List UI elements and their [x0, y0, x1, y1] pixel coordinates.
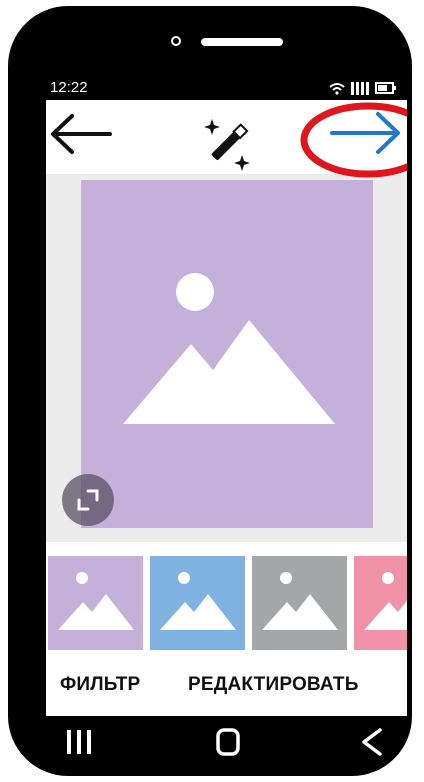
- recents-icon[interactable]: [60, 724, 100, 760]
- magic-wand-icon[interactable]: [200, 115, 256, 171]
- filter-thumbnail[interactable]: [48, 556, 143, 650]
- phone-frame: 12:22 ФИЛЬТР РЕДАКТИРОВАТЬ: [8, 6, 412, 776]
- editor-toolbar: [46, 100, 407, 178]
- signal-icon: [351, 82, 369, 95]
- filter-thumbnails: [46, 542, 407, 650]
- status-icons: [329, 81, 397, 95]
- wifi-icon: [329, 82, 345, 95]
- image-placeholder-icon: [262, 572, 338, 630]
- status-bar: 12:22: [46, 76, 407, 100]
- expand-icon: [77, 489, 99, 511]
- filter-thumbnail[interactable]: [252, 556, 347, 650]
- camera-dot: [171, 36, 181, 46]
- system-nav-bar: [8, 714, 424, 774]
- filter-thumbnail[interactable]: [354, 556, 407, 650]
- image-placeholder-icon: [160, 572, 236, 630]
- image-placeholder-icon: [58, 572, 134, 630]
- battery-icon: [375, 82, 396, 94]
- tab-edit[interactable]: РЕДАКТИРОВАТЬ: [188, 674, 359, 696]
- tab-filter[interactable]: ФИЛЬТР: [60, 674, 140, 696]
- expand-button[interactable]: [62, 474, 114, 526]
- arrow-left-icon[interactable]: [48, 112, 114, 156]
- status-time: 12:22: [50, 79, 88, 96]
- arrow-right-icon[interactable]: [326, 110, 404, 156]
- earpiece-speaker: [201, 38, 283, 46]
- filter-thumbnail[interactable]: [150, 556, 245, 650]
- image-placeholder-icon: [123, 273, 335, 424]
- image-placeholder-icon: [364, 572, 407, 630]
- screen: 12:22 ФИЛЬТР РЕДАКТИРОВАТЬ: [46, 76, 407, 716]
- back-chevron-icon[interactable]: [352, 724, 392, 760]
- editor-tabs: ФИЛЬТР РЕДАКТИРОВАТЬ: [46, 650, 407, 716]
- home-icon[interactable]: [208, 724, 248, 760]
- main-image-preview[interactable]: [81, 180, 373, 528]
